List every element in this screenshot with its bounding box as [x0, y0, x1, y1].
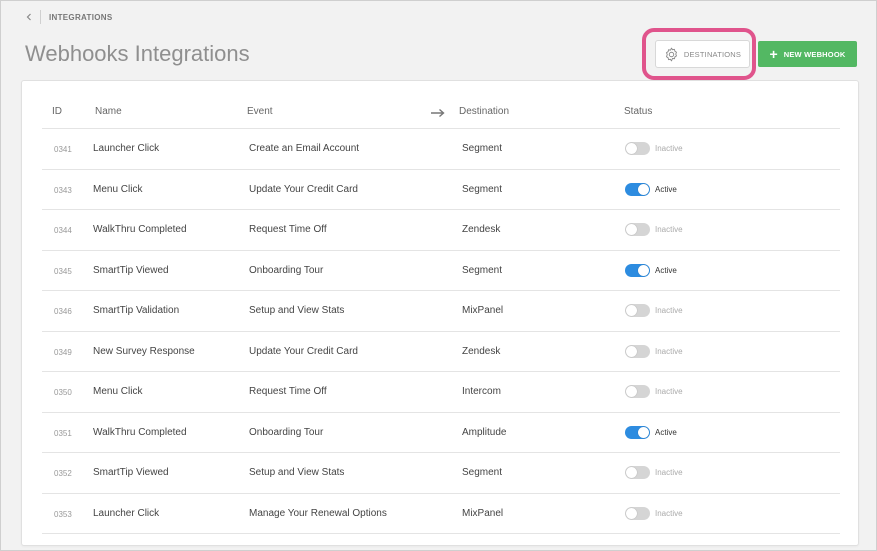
chevron-left-icon	[26, 13, 31, 21]
row-id: 0350	[54, 388, 72, 397]
column-header-status: Status	[624, 106, 653, 117]
row-destination: Segment	[462, 264, 503, 276]
row-event: Request Time Off	[249, 386, 327, 397]
new-webhook-button[interactable]: + NEW WEBHOOK	[758, 41, 857, 67]
page-title: Webhooks Integrations	[25, 41, 250, 66]
row-destination: Zendesk	[462, 345, 501, 357]
row-destination: Amplitude	[462, 426, 507, 438]
destinations-label: DESTINATIONS	[683, 49, 742, 59]
status-toggle[interactable]	[625, 304, 650, 317]
row-id: 0351	[54, 428, 72, 438]
table-header: ID Name Event Destination Status	[42, 99, 840, 129]
row-name: WalkThru Completed	[93, 224, 187, 235]
column-header-id: ID	[52, 106, 62, 117]
status-label: Inactive	[655, 144, 683, 153]
toggle-knob	[638, 183, 649, 195]
row-id: 0341	[54, 145, 72, 154]
toggle-knob	[638, 264, 649, 276]
row-destination: Segment	[462, 467, 503, 478]
row-id: 0344	[54, 226, 72, 235]
row-name: Menu Click	[93, 183, 143, 195]
table-row[interactable]: 0346 SmartTip Validation Setup and View St…	[42, 291, 840, 332]
toggle-knob	[626, 345, 637, 357]
toggle-knob	[626, 305, 637, 316]
status-toggle[interactable]	[625, 182, 650, 196]
row-id: 0345	[54, 266, 72, 276]
table-row[interactable]: 0344 WalkThru Completed Request Time Off Ze…	[42, 210, 840, 251]
row-event: Onboarding Tour	[249, 426, 324, 438]
row-id: 0343	[54, 185, 72, 195]
table-row[interactable]: 0351 WalkThru Completed Onboarding Tour Amp…	[42, 413, 840, 453]
column-header-destination: Destination	[459, 106, 510, 117]
row-event: Setup and View Stats	[249, 467, 345, 478]
status-label: Inactive	[655, 468, 683, 477]
table-row[interactable]: 0345 SmartTip Viewed Onboarding Tour Segmen…	[42, 251, 840, 291]
row-destination: MixPanel	[462, 507, 504, 519]
row-destination: MixPanel	[462, 305, 504, 316]
destinations-button[interactable]: DESTINATIONS	[655, 40, 750, 68]
status-label: Inactive	[655, 225, 683, 234]
row-name: SmartTip Viewed	[93, 264, 169, 276]
row-id: 0349	[54, 347, 72, 357]
toggle-knob	[638, 426, 649, 438]
row-destination: Intercom	[462, 386, 501, 397]
toggle-knob	[626, 143, 637, 154]
row-name: WalkThru Completed	[93, 426, 187, 438]
row-destination: Segment	[462, 143, 503, 154]
row-destination: Segment	[462, 183, 503, 195]
status-label: Inactive	[655, 306, 683, 315]
status-toggle[interactable]	[625, 263, 650, 277]
breadcrumb-label: INTEGRATIONS	[49, 12, 113, 22]
breadcrumb: INTEGRATIONS	[25, 10, 112, 24]
status-toggle[interactable]	[625, 142, 650, 155]
row-event: Onboarding Tour	[249, 264, 324, 276]
table-row[interactable]: 0341 Launcher Click Create an Email Accoun…	[42, 129, 840, 170]
status-toggle[interactable]	[625, 385, 650, 398]
table-row[interactable]: 0343 Menu Click Update Your Credit Card Seg…	[42, 170, 840, 210]
toggle-knob	[626, 224, 637, 235]
row-name: SmartTip Viewed	[93, 467, 169, 478]
status-label: Active	[655, 184, 677, 194]
status-toggle[interactable]	[625, 466, 650, 479]
status-toggle[interactable]	[625, 344, 650, 358]
toggle-knob	[626, 467, 637, 478]
row-id: 0353	[54, 509, 72, 519]
row-event: Create an Email Account	[249, 143, 360, 154]
row-event: Setup and View Stats	[249, 305, 345, 316]
table-row[interactable]: 0349 New Survey Response Update Your Credi…	[42, 332, 840, 372]
status-label: Inactive	[655, 346, 683, 356]
table-row[interactable]: 0352 SmartTip Viewed Setup and View Stats S…	[42, 453, 840, 494]
status-label: Inactive	[655, 387, 683, 396]
status-label: Inactive	[655, 508, 683, 518]
arrow-right-icon	[431, 108, 445, 118]
row-event: Request Time Off	[249, 224, 327, 235]
status-toggle[interactable]	[625, 425, 650, 439]
row-name: Launcher Click	[93, 507, 160, 519]
status-label: Active	[655, 265, 677, 275]
row-id: 0352	[54, 469, 72, 478]
toggle-knob	[626, 386, 637, 397]
row-event: Update Your Credit Card	[249, 345, 358, 357]
row-event: Manage Your Renewal Options	[249, 507, 387, 519]
webhooks-table-card: ID Name Event Destination Status 0341 Lau…	[21, 80, 859, 546]
row-destination: Zendesk	[462, 224, 501, 235]
row-name: Menu Click	[93, 386, 143, 397]
toggle-knob	[626, 507, 637, 519]
column-header-event: Event	[247, 106, 273, 117]
back-button[interactable]	[25, 10, 41, 24]
table-row[interactable]: 0350 Menu Click Request Time Off Intercom In…	[42, 372, 840, 413]
status-label: Active	[655, 427, 677, 437]
row-id: 0346	[54, 307, 72, 316]
table-row[interactable]: 0353 Launcher Click Manage Your Renewal Op…	[42, 494, 840, 534]
gear-icon	[665, 47, 677, 61]
new-webhook-label: NEW WEBHOOK	[783, 49, 846, 59]
row-name: SmartTip Validation	[93, 305, 180, 316]
plus-icon: +	[769, 46, 778, 62]
status-toggle[interactable]	[625, 506, 650, 520]
column-header-name: Name	[95, 106, 122, 117]
row-name: Launcher Click	[93, 143, 160, 154]
row-event: Update Your Credit Card	[249, 183, 358, 195]
status-toggle[interactable]	[625, 223, 650, 236]
row-name: New Survey Response	[93, 345, 195, 357]
